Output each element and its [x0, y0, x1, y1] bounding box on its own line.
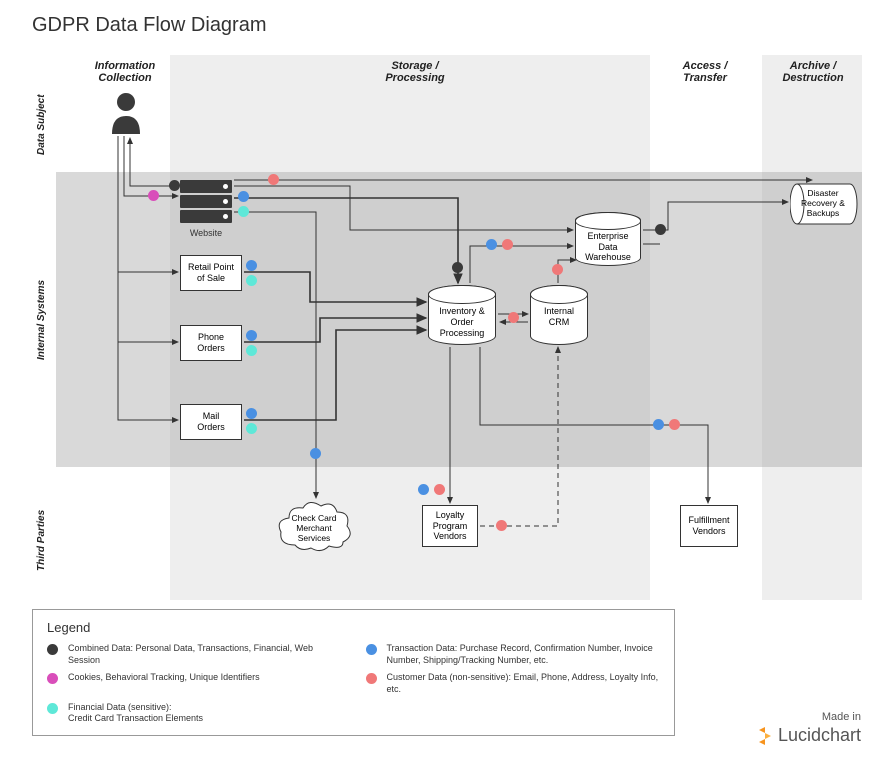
- node-edw: Enterprise Data Warehouse: [575, 212, 641, 266]
- dot-customer: [502, 239, 513, 250]
- server-icon: [180, 180, 232, 225]
- legend-transaction-text: Transaction Data: Purchase Record, Confi…: [387, 643, 661, 666]
- node-disaster-label: Disaster Recovery & Backups: [800, 189, 846, 218]
- dot-customer: [552, 264, 563, 275]
- dot-customer: [268, 174, 279, 185]
- node-phone: Phone Orders: [180, 325, 242, 361]
- legend-cookies-text: Cookies, Behavioral Tracking, Unique Ide…: [68, 672, 260, 684]
- stage-label-collection: Information Collection: [80, 60, 170, 84]
- stage-label-storage: Storage / Processing: [350, 60, 480, 84]
- node-retail: Retail Point of Sale: [180, 255, 242, 291]
- lucidchart-icon: [756, 727, 774, 745]
- node-crm-label: Internal CRM: [530, 306, 588, 328]
- node-mail: Mail Orders: [180, 404, 242, 440]
- dot-transaction: [238, 191, 249, 202]
- diagram-title: GDPR Data Flow Diagram: [32, 14, 267, 37]
- dot-transaction: [486, 239, 497, 250]
- financial-dot-icon: [47, 703, 58, 714]
- legend-title: Legend: [47, 620, 660, 635]
- dot-customer: [508, 312, 519, 323]
- dot-financial: [246, 275, 257, 286]
- node-retail-label: Retail Point of Sale: [188, 262, 234, 284]
- legend-item-cookies: Cookies, Behavioral Tracking, Unique Ide…: [47, 672, 342, 695]
- node-fulfillment-label: Fulfillment Vendors: [688, 515, 729, 537]
- dot-financial: [238, 206, 249, 217]
- stage-label-archive: Archive / Destruction: [768, 60, 858, 84]
- dot-financial: [246, 423, 257, 434]
- legend: Legend Combined Data: Personal Data, Tra…: [32, 609, 675, 736]
- dot-transaction: [418, 484, 429, 495]
- lane-label-internal: Internal Systems: [36, 270, 47, 370]
- node-disaster: Disaster Recovery & Backups: [790, 183, 858, 225]
- dot-customer: [669, 419, 680, 430]
- node-fulfillment: Fulfillment Vendors: [680, 505, 738, 547]
- dot-transaction: [246, 408, 257, 419]
- brand-name-text: Lucidchart: [778, 725, 861, 746]
- transaction-dot-icon: [366, 644, 377, 655]
- legend-item-customer: Customer Data (non-sensitive): Email, Ph…: [366, 672, 661, 695]
- node-inventory: Inventory & Order Processing: [428, 285, 496, 345]
- stage-label-access: Access / Transfer: [665, 60, 745, 84]
- dot-transaction: [653, 419, 664, 430]
- person-icon: [108, 92, 144, 139]
- customer-dot-icon: [366, 673, 377, 684]
- dot-customer: [496, 520, 507, 531]
- node-inventory-label: Inventory & Order Processing: [428, 306, 496, 338]
- dot-financial: [246, 345, 257, 356]
- dot-transaction: [310, 448, 321, 459]
- dot-transaction: [246, 260, 257, 271]
- lane-label-subject: Data Subject: [36, 90, 47, 160]
- legend-item-financial: Financial Data (sensitive): Credit Card …: [47, 702, 342, 725]
- node-checkcard: Check Card Merchant Services: [275, 500, 353, 552]
- legend-item-transaction: Transaction Data: Purchase Record, Confi…: [366, 643, 661, 666]
- legend-customer-text: Customer Data (non-sensitive): Email, Ph…: [387, 672, 661, 695]
- node-mail-label: Mail Orders: [197, 411, 225, 433]
- cookies-dot-icon: [47, 673, 58, 684]
- brand: Made in Lucidchart: [756, 711, 861, 746]
- legend-combined-text: Combined Data: Personal Data, Transactio…: [68, 643, 342, 666]
- dot-combined: [452, 262, 463, 273]
- legend-financial-text: Financial Data (sensitive): Credit Card …: [68, 702, 203, 725]
- dot-transaction: [246, 330, 257, 341]
- node-crm: Internal CRM: [530, 285, 588, 345]
- legend-item-combined: Combined Data: Personal Data, Transactio…: [47, 643, 342, 666]
- dot-customer: [434, 484, 445, 495]
- brand-made-text: Made in: [756, 711, 861, 723]
- node-phone-label: Phone Orders: [197, 332, 225, 354]
- dot-cookies: [148, 190, 159, 201]
- brand-logo: Lucidchart: [756, 725, 861, 746]
- node-checkcard-label: Check Card Merchant Services: [281, 514, 347, 543]
- dot-combined: [655, 224, 666, 235]
- combined-dot-icon: [47, 644, 58, 655]
- node-website-label: Website: [180, 228, 232, 238]
- node-loyalty: Loyalty Program Vendors: [422, 505, 478, 547]
- dot-combined: [169, 180, 180, 191]
- lane-label-third: Third Parties: [36, 500, 47, 580]
- node-loyalty-label: Loyalty Program Vendors: [433, 510, 468, 542]
- node-edw-label: Enterprise Data Warehouse: [575, 231, 641, 263]
